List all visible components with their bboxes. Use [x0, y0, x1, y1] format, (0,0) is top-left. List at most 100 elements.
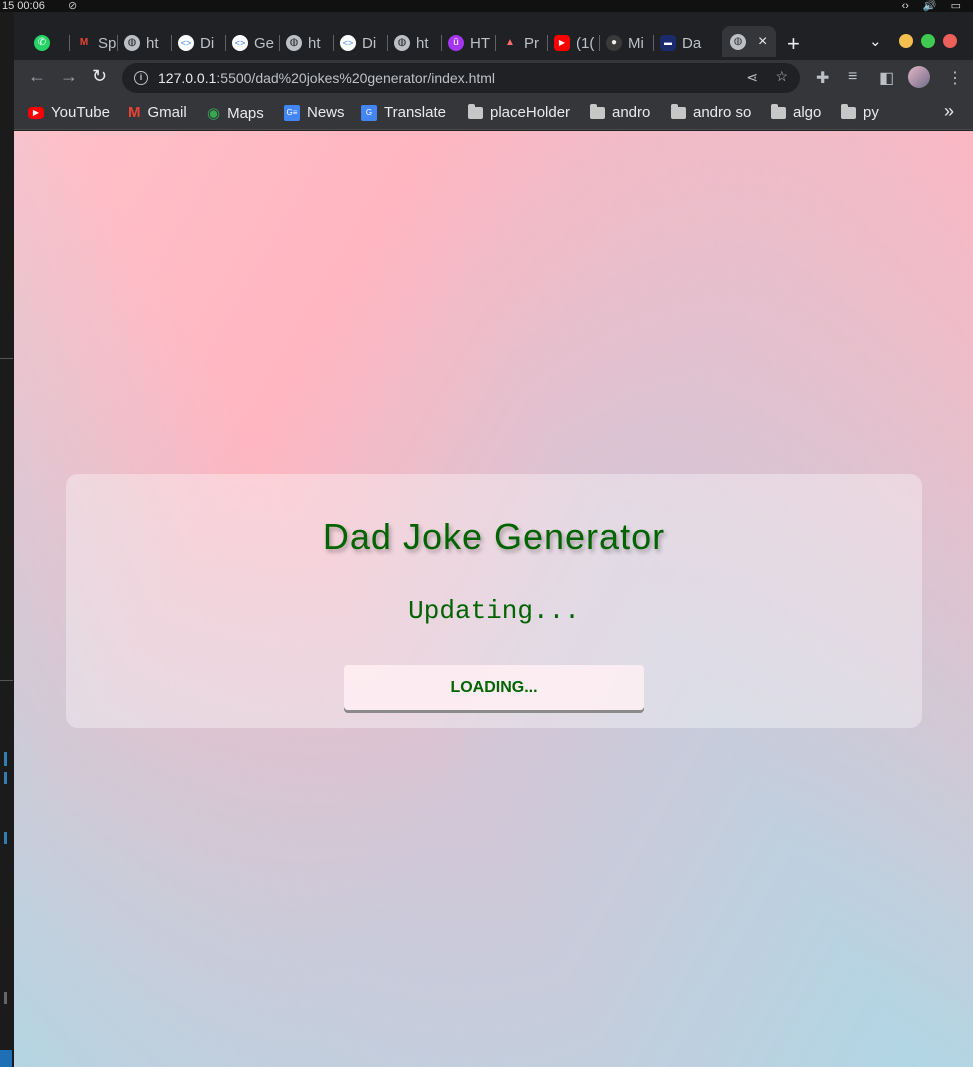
bookmark-label: andro [612, 104, 651, 121]
tab[interactable]: <> Di [172, 29, 226, 57]
os-clock: 15 00:06 [2, 0, 45, 12]
tab[interactable]: ◍ ht [118, 29, 172, 57]
folder-icon [771, 103, 786, 119]
tab[interactable]: M Sp [70, 29, 118, 57]
whatsapp-icon: ✆ [34, 35, 50, 51]
site-info-icon[interactable]: i [134, 71, 148, 85]
desktop-marker [4, 832, 7, 844]
extensions-puzzle-icon[interactable]: ✚ [816, 68, 829, 88]
tab[interactable]: <> Ge [226, 29, 280, 57]
bookmark-gmail[interactable]: M Gmail [128, 104, 187, 121]
bookmarks-bar: ▶ YouTube M Gmail ◉ Maps G≡ News G Trans… [14, 96, 973, 130]
globe-icon: ◍ [394, 35, 410, 51]
desktop-marker [0, 1050, 12, 1067]
tab-active[interactable]: ◍ × [722, 26, 776, 57]
bookmark-folder-andro[interactable]: andro [590, 103, 651, 121]
desktop-marker [4, 752, 7, 766]
code-icon: <> [232, 35, 248, 51]
back-arrow-icon[interactable]: ← [28, 66, 46, 87]
browser-toolbar: ← → ↻ i 127.0.0.1:5500/dad%20jokes%20gen… [14, 60, 973, 96]
os-top-bar: 15 00:06 ⊘ ‹› 🔊 ▭ [0, 0, 973, 12]
tab-label: ht [416, 34, 429, 52]
tab[interactable]: ✆ [28, 29, 70, 57]
bookmark-label: placeHolder [490, 104, 571, 121]
bookmarks-overflow-chevron-icon[interactable]: » [944, 101, 954, 122]
globe-icon: ◍ [730, 33, 746, 50]
tab-label: Ge [254, 34, 275, 52]
browser-window: ✆ M Sp ◍ ht <> Di <> Ge ◍ ht <> Di ◍ ht … [14, 12, 973, 1067]
bookmark-youtube[interactable]: ▶ YouTube [28, 104, 110, 121]
tab-label: ht [146, 34, 159, 52]
address-path: :5500/dad%20jokes%20generator/index.html [216, 70, 496, 86]
tab[interactable]: ▬ Da [654, 29, 720, 57]
rocket-icon: ▲ [505, 37, 515, 48]
bookmark-label: Translate [384, 104, 446, 121]
bookmark-folder-py[interactable]: py [841, 103, 879, 121]
desktop-divider [0, 680, 13, 681]
share-icon[interactable]: ⋖ [746, 69, 758, 86]
bookmark-label: News [307, 104, 345, 121]
bookmark-label: andro so [693, 104, 752, 121]
bookmark-label: py [863, 104, 879, 121]
bookmark-label: YouTube [51, 104, 110, 121]
bookmark-translate[interactable]: G Translate [361, 104, 446, 121]
tab-strip: ✆ M Sp ◍ ht <> Di <> Ge ◍ ht <> Di ◍ ht … [14, 26, 973, 60]
tab[interactable]: ū HT [442, 29, 496, 57]
folder-icon [671, 103, 686, 119]
network-off-icon: ⊘ [68, 0, 78, 12]
bookmark-label: Maps [227, 104, 264, 122]
bookmark-star-icon[interactable]: ☆ [775, 68, 788, 85]
bookmark-news[interactable]: G≡ News [284, 104, 345, 121]
tab-search-chevron-icon[interactable]: ⌄ [869, 32, 882, 50]
tab-label: (1( [576, 34, 595, 52]
bookmark-maps[interactable]: ◉ Maps [207, 104, 264, 123]
globe-icon: ◍ [124, 35, 140, 51]
forward-arrow-icon[interactable]: → [60, 66, 78, 87]
tab[interactable]: ▶ (1( [548, 29, 600, 57]
desktop-left-strip [0, 12, 14, 1067]
bookmark-folder-placeholder[interactable]: placeHolder [468, 103, 571, 121]
tab[interactable]: ◍ ht [388, 29, 442, 57]
close-tab-icon[interactable]: × [758, 33, 767, 51]
tab-label: ht [308, 34, 321, 52]
maximize-button[interactable] [921, 34, 935, 48]
tab-label: Mi [628, 34, 644, 52]
address-bar[interactable]: i 127.0.0.1:5500/dad%20jokes%20generator… [122, 63, 800, 93]
tab-label: Di [200, 34, 215, 52]
profile-avatar[interactable] [908, 66, 930, 88]
youtube-icon: ▶ [28, 106, 44, 119]
new-tab-button[interactable]: + [787, 31, 800, 57]
gmail-icon: M [128, 104, 141, 121]
volume-icon[interactable]: 🔊 [923, 0, 937, 12]
bookmark-label: Gmail [147, 104, 187, 121]
close-window-button[interactable] [943, 34, 957, 48]
gmail-icon: M [79, 37, 89, 48]
menu-kebab-icon[interactable]: ⋮ [947, 68, 963, 88]
page-viewport: Dad Joke Generator Updating... LOADING..… [14, 131, 973, 1067]
desktop-marker [4, 772, 7, 784]
tab[interactable]: <> Di [334, 29, 388, 57]
folder-icon [841, 103, 856, 119]
reading-list-icon[interactable]: ≡ [848, 68, 857, 86]
tab-label: Di [362, 34, 377, 52]
reload-icon[interactable]: ↻ [92, 66, 107, 87]
bookmark-folder-algo[interactable]: algo [771, 103, 821, 121]
joke-text: Updating... [408, 596, 580, 626]
desktop-divider [0, 358, 13, 359]
bookmark-folder-andro-so[interactable]: andro so [671, 103, 752, 121]
side-panel-icon[interactable]: ◧ [879, 68, 894, 88]
page-title: Dad Joke Generator [322, 516, 666, 557]
news-icon: G≡ [284, 104, 300, 121]
minimize-button[interactable] [899, 34, 913, 48]
tab[interactable]: ● Mi [600, 29, 654, 57]
folder-icon [590, 103, 605, 119]
tab[interactable]: ◍ ht [280, 29, 334, 57]
network-arrows-icon[interactable]: ‹› [902, 0, 909, 12]
folder-icon [468, 103, 483, 119]
udemy-icon: ū [448, 35, 464, 51]
code-icon: <> [178, 35, 194, 51]
tab[interactable]: ▲ Pr [496, 29, 548, 57]
get-joke-button[interactable]: LOADING... [344, 665, 644, 710]
youtube-icon: ▶ [554, 35, 570, 51]
battery-icon[interactable]: ▭ [951, 0, 961, 12]
